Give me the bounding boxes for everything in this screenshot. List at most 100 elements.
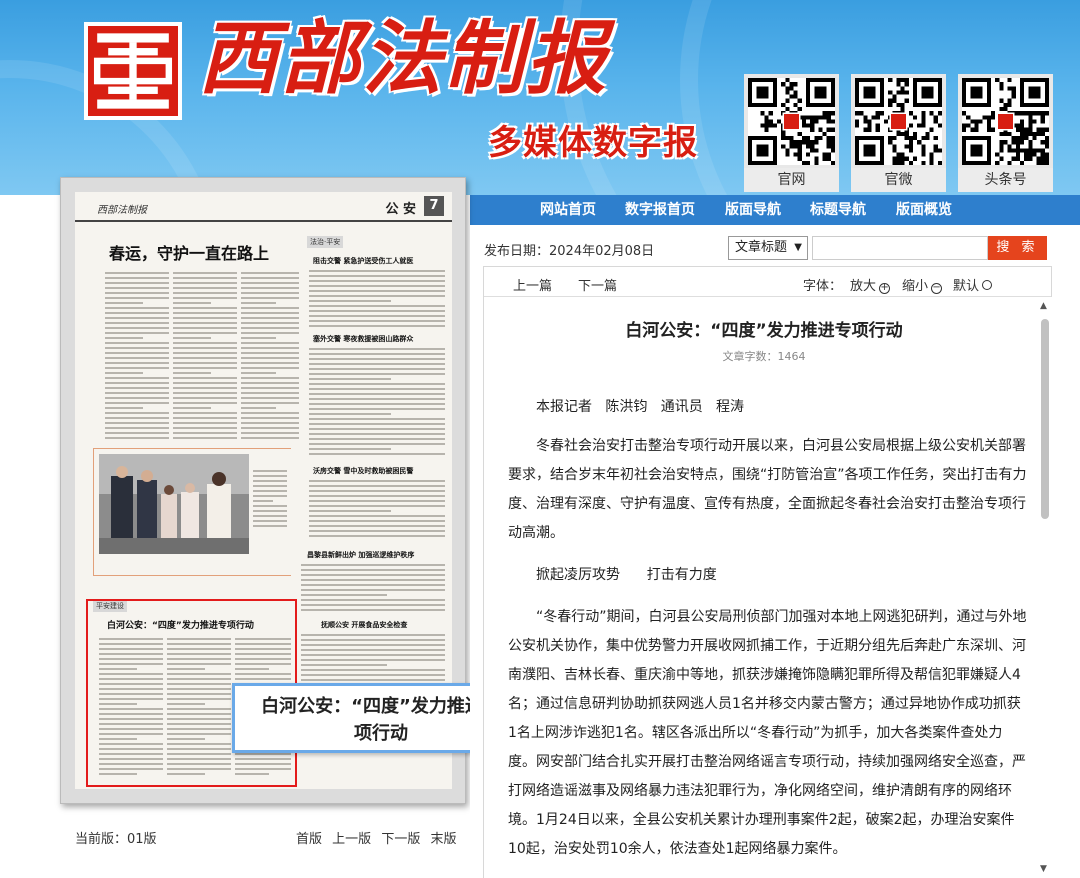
np-text-line [105,307,169,309]
np-text-line [105,332,169,334]
np-text-line [105,322,169,324]
np-text-line [309,485,445,487]
page-pagination: 首版 上一版 下一版 末版 [296,828,462,847]
np-text-line [253,510,287,512]
np-text-line [173,397,237,399]
np-text-line [309,413,391,415]
np-text-line [309,453,445,455]
np-text-line [301,674,445,676]
next-page-link[interactable]: 下一版 [381,832,420,847]
zoom-out-button[interactable]: 缩小 − [902,275,943,294]
np-text-line [105,292,169,294]
np-text-line [105,382,169,384]
np-text-line [301,584,445,586]
np-text-line [105,367,169,369]
qr-toutiao[interactable]: 头条号 [958,74,1053,192]
radio-circle-icon [982,280,993,290]
search-button[interactable]: 搜 索 [988,236,1047,260]
scroll-up-icon[interactable]: ▲ [1040,301,1047,311]
np-text-line [173,347,237,349]
search-input[interactable] [812,236,988,260]
np-text-line [309,393,445,395]
np-text-line [309,448,391,450]
article-byline: 本报记者 陈洪钧 通讯员 程涛 [536,399,745,415]
last-page-link[interactable]: 末版 [430,832,456,847]
np-text-line [309,310,445,312]
np-text-line [173,427,237,429]
np-text-line [173,422,237,424]
np-text-line [309,368,445,370]
zoom-in-label: 放大 [850,279,877,294]
np-text-line [105,397,169,399]
np-text-line [301,604,445,606]
np-text-line [173,287,237,289]
prev-page-link[interactable]: 上一版 [332,832,371,847]
np-text-line [241,357,299,359]
nav-digital-home[interactable]: 数字报首页 [625,195,695,225]
np-text-line [105,362,169,364]
np-text-line [309,290,445,292]
np-text-line [309,495,445,497]
np-text-line [241,307,299,309]
scroll-down-icon[interactable]: ▼ [1040,864,1047,874]
nav-title-nav[interactable]: 标题导航 [810,195,866,225]
nav-page-nav[interactable]: 版面导航 [725,195,781,225]
np-text-line [301,669,445,671]
qr-wechat[interactable]: 官微 [851,74,946,192]
default-font-button[interactable]: 默认 [953,275,993,294]
np-text-line [173,332,237,334]
np-text-line [241,272,299,274]
np-text-line [309,525,445,527]
nav-page-overview[interactable]: 版面概览 [896,195,952,225]
np-text-line [105,412,169,414]
article-body: 冬春社会治安打击整治专项行动开展以来，白河县公安局根据上级公安机关部署要求，结合… [508,432,1028,877]
np-text-line [309,388,445,390]
np-text-line [301,564,445,566]
np-story-title: 昌黎县新鲜出炉 加强巡逻维护秩序 [307,551,415,559]
qr-label: 头条号 [958,168,1053,192]
np-text-line [241,277,299,279]
np-text-line [173,272,237,274]
next-article-button[interactable]: 下一篇 [578,275,617,294]
np-text-line [309,398,445,400]
np-story-title: 抚顺公安 开展食品安全检查 [321,621,408,629]
article-subheading: 掀起凌厉攻势 打击有力度 [536,567,717,583]
np-text-line [105,372,144,374]
np-text-line [241,417,299,419]
np-text-line [309,428,445,430]
main-nav: 网站首页 数字报首页 版面导航 标题导航 版面概览 [470,195,1080,225]
first-page-link[interactable]: 首版 [296,832,322,847]
np-text-line [173,412,237,414]
np-text-line [173,282,237,284]
np-text-line [241,317,299,319]
newspaper-logo-icon [84,22,182,120]
np-text-line [173,387,237,389]
prev-article-button[interactable]: 上一篇 [513,275,552,294]
np-text-line [309,315,445,317]
np-text-line [309,373,445,375]
np-text-line [241,422,299,424]
np-text-line [301,599,445,601]
np-text-line [173,277,237,279]
np-text-line [105,432,169,434]
np-text-block [241,272,299,442]
np-text-line [301,634,445,636]
article-title: 白河公安：“四度”发力推进专项行动 [625,321,903,341]
zoom-in-button[interactable]: 放大 + [850,275,891,294]
np-text-line [253,485,287,487]
qr-code-icon [748,78,835,165]
np-text-line [105,402,169,404]
article-scrollbar[interactable]: ▲ ▼ [1038,297,1052,878]
masthead-title: 西部法制报 [198,11,608,105]
np-text-line [241,287,299,289]
article-paragraph: “冬春行动”期间，白河县公安局刑侦部门加强对本地上网逃犯研判，通过与外地公安机关… [508,609,1027,857]
np-text-line [105,327,169,329]
scrollbar-thumb[interactable] [1041,319,1049,519]
np-text-line [105,352,169,354]
np-text-line [253,480,287,482]
qr-website[interactable]: 官网 [744,74,839,192]
search-type-select[interactable]: 文章标题 ▼ [728,236,808,260]
np-text-line [105,417,169,419]
nav-site-home[interactable]: 网站首页 [540,195,596,225]
np-brand: 西部法制报 [97,205,147,216]
